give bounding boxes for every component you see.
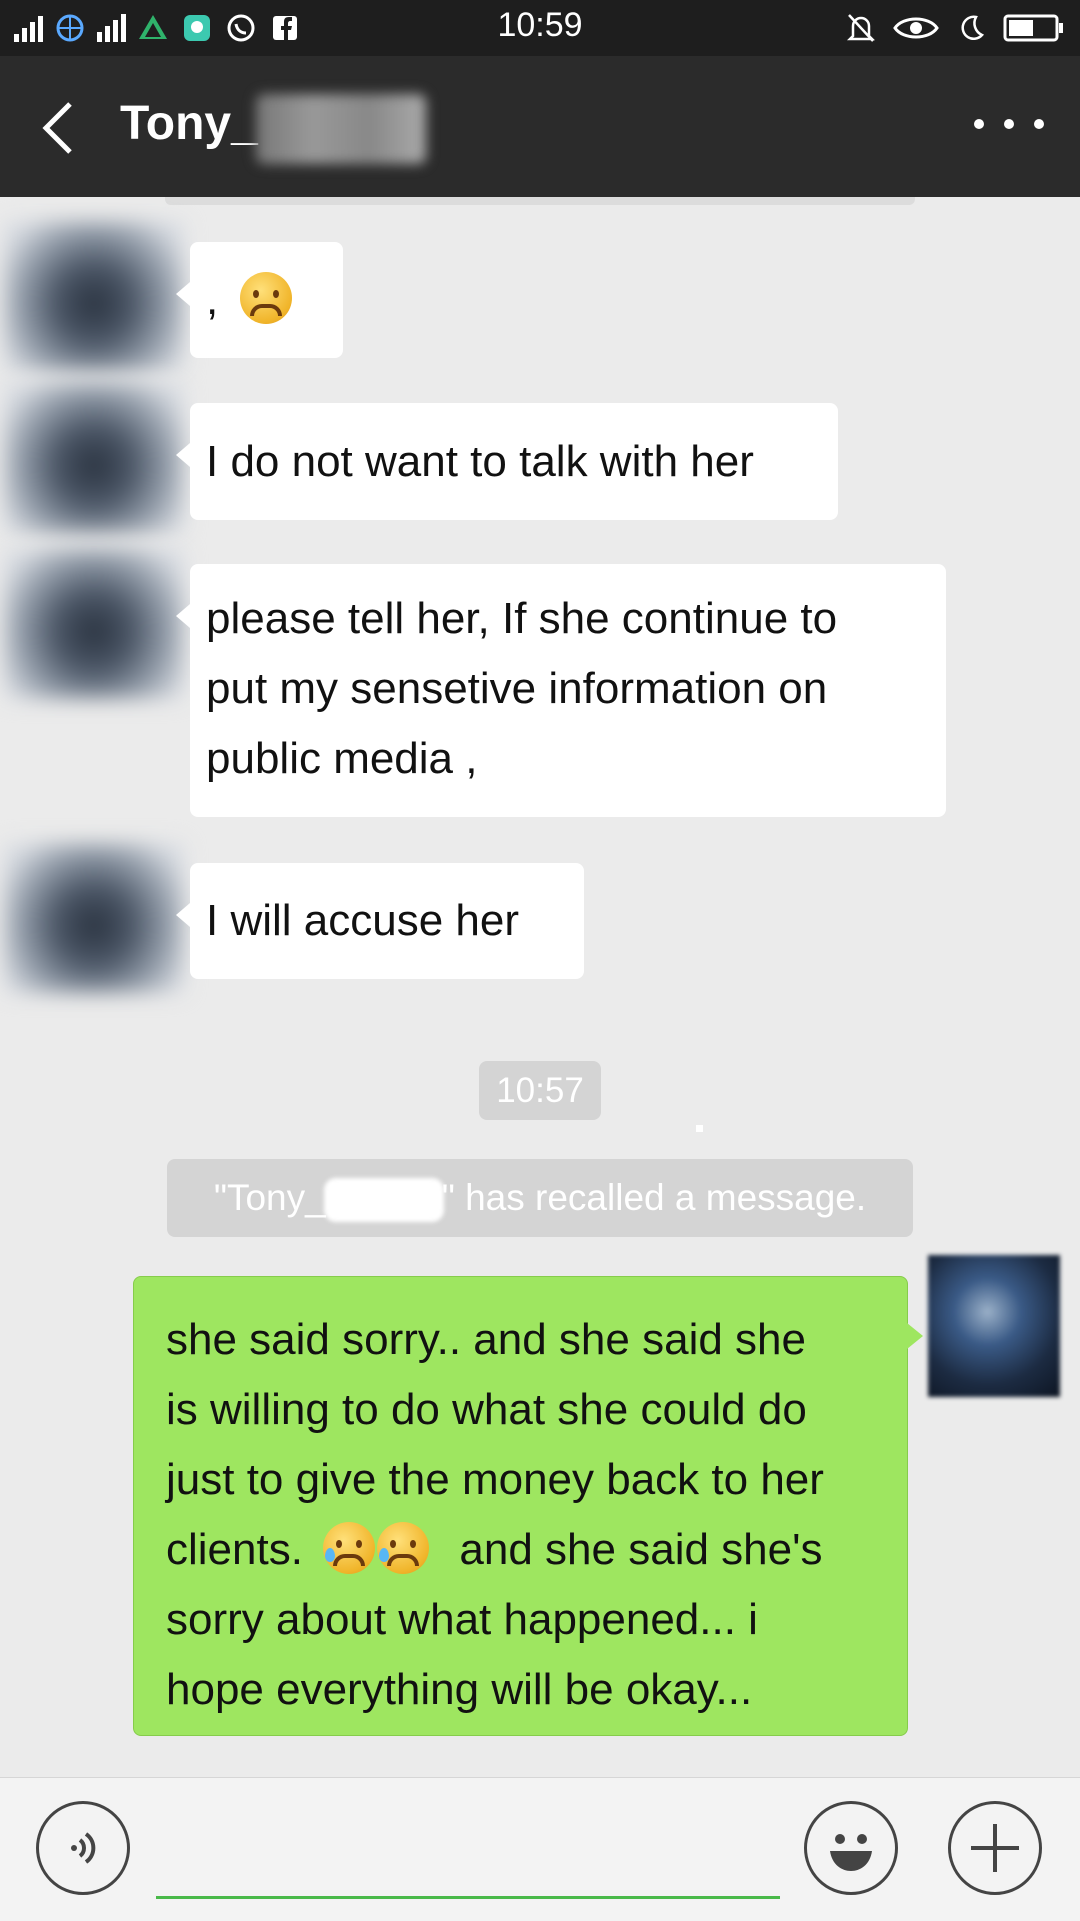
message-line: just to give the money back to her: [166, 1455, 824, 1504]
redacted-name: [323, 1178, 444, 1223]
message-text: ,: [206, 275, 219, 324]
redacted-name: [256, 94, 426, 164]
message-text: I will accuse her: [206, 896, 520, 945]
message-line: put my sensetive information on: [206, 664, 828, 713]
message-text: I do not want to talk with her: [206, 437, 754, 486]
previous-message-edge: [165, 197, 915, 205]
message-text: clients.: [166, 1525, 303, 1574]
message-line: hope everything will be okay...: [166, 1665, 753, 1714]
mute-bell-icon: [844, 11, 878, 45]
recall-suffix: " has recalled a message.: [441, 1177, 867, 1218]
recall-prefix: "Tony_: [213, 1177, 326, 1218]
outgoing-message[interactable]: she said sorry.. and she said she is wil…: [133, 1276, 923, 1736]
contact-avatar[interactable]: [4, 221, 184, 371]
emoji-icon[interactable]: [804, 1801, 898, 1895]
incoming-message[interactable]: I do not want to talk with her: [176, 403, 838, 520]
more-icon[interactable]: [974, 104, 1044, 144]
plus-icon[interactable]: [948, 1801, 1042, 1895]
incoming-message[interactable]: please tell her, If she continue to put …: [176, 564, 946, 817]
status-bar: 10:59: [0, 0, 1080, 56]
message-line: is willing to do what she could do: [166, 1385, 807, 1434]
chat-title: Tony_: [120, 97, 258, 150]
moon-icon: [954, 11, 988, 45]
contact-avatar[interactable]: [4, 549, 184, 699]
message-line: she said sorry.. and she said she: [166, 1315, 806, 1364]
message-input[interactable]: [156, 1896, 780, 1899]
message-text: and she said she's: [459, 1525, 823, 1574]
incoming-message[interactable]: I will accuse her: [176, 863, 584, 979]
recall-notice: "Tony_ " has recalled a message.: [167, 1159, 913, 1237]
voice-icon[interactable]: [36, 1801, 130, 1895]
contact-avatar[interactable]: [4, 843, 184, 993]
message-line: sorry about what happened... i: [166, 1595, 758, 1644]
incoming-message[interactable]: ,: [176, 242, 343, 358]
message-line-with-emoji: clients. and she said she's: [166, 1515, 883, 1585]
contact-avatar[interactable]: [4, 383, 184, 533]
my-avatar[interactable]: [928, 1255, 1060, 1397]
dot-mark: [696, 1125, 703, 1132]
back-arrow-icon[interactable]: [36, 98, 86, 158]
eye-icon: [892, 11, 940, 45]
battery-icon: [1002, 11, 1066, 45]
sad-face-emoji-icon: [240, 272, 293, 324]
status-right-icons: [844, 8, 1066, 48]
sad-sweat-emoji-icon: [377, 1522, 430, 1574]
chat-header: Tony_: [0, 56, 1080, 197]
sad-sweat-emoji-icon: [323, 1522, 376, 1574]
message-line: please tell her, If she continue to: [206, 594, 838, 643]
message-line: public media ,: [206, 734, 478, 783]
timestamp: 10:57: [479, 1061, 601, 1120]
message-list[interactable]: , I do not want to talk with her please …: [0, 197, 1080, 1777]
input-bar: [0, 1777, 1080, 1921]
